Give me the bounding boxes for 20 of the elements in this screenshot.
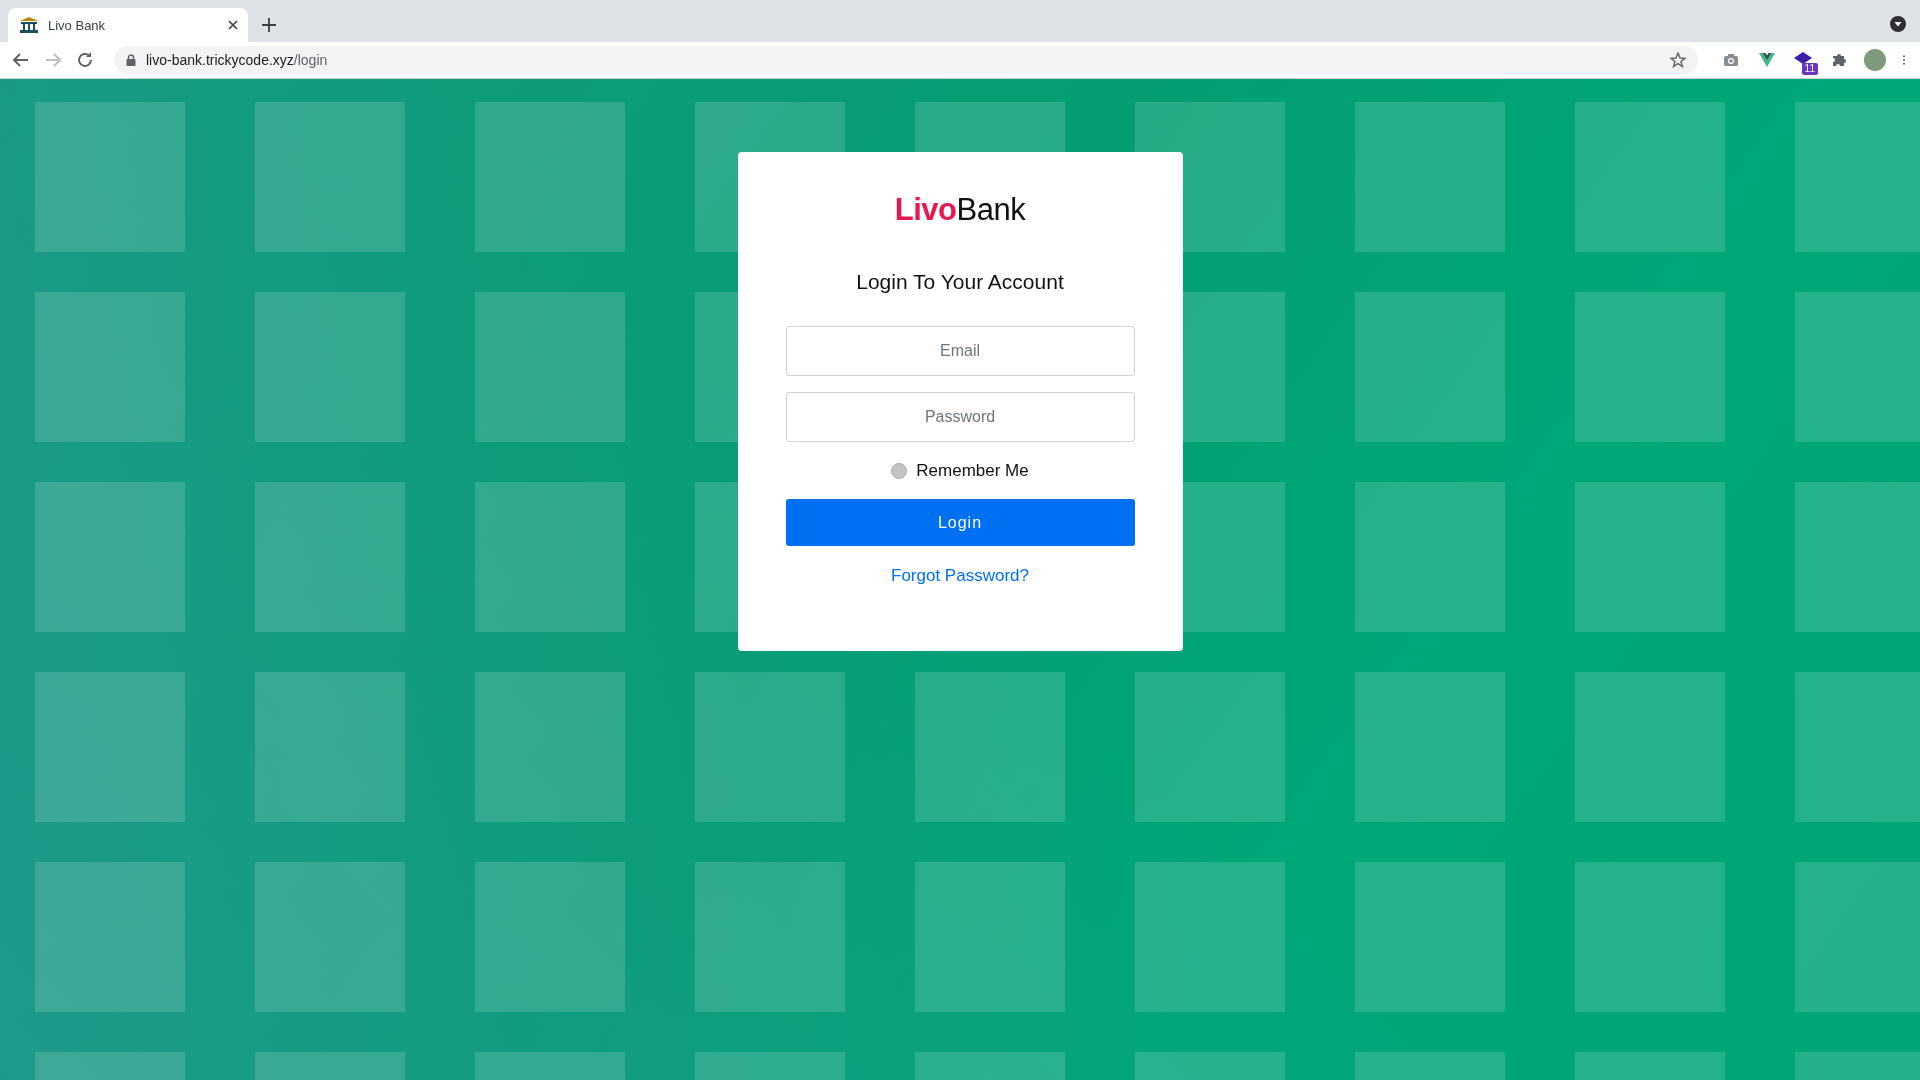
dropdown-icon[interactable] xyxy=(1890,16,1906,32)
forgot-password-link[interactable]: Forgot Password? xyxy=(891,566,1029,586)
plus-icon[interactable] xyxy=(262,18,276,32)
url-text: livo-bank.trickycode.xyz/login xyxy=(146,52,329,68)
address-bar[interactable]: livo-bank.trickycode.xyz/login xyxy=(114,46,1698,74)
login-button[interactable]: Login xyxy=(785,499,1135,546)
star-icon[interactable] xyxy=(1670,52,1686,68)
bank-icon xyxy=(20,17,38,33)
logo-text: LivoBank xyxy=(894,192,1026,228)
remember-label[interactable]: Remember Me xyxy=(916,461,1029,481)
form-title: Login To Your Account xyxy=(856,270,1064,294)
input-field[interactable]: Email xyxy=(785,326,1135,376)
remember-radio[interactable] xyxy=(891,463,908,479)
input-field[interactable]: Password xyxy=(785,392,1135,442)
profile-avatar[interactable] xyxy=(1864,49,1886,71)
browser-tab[interactable]: Livo Bank xyxy=(8,8,248,42)
close-icon[interactable] xyxy=(228,20,238,30)
tab-title: Livo Bank xyxy=(48,17,107,33)
lock-icon xyxy=(126,54,136,66)
extension-badge: 11 xyxy=(1801,63,1818,75)
